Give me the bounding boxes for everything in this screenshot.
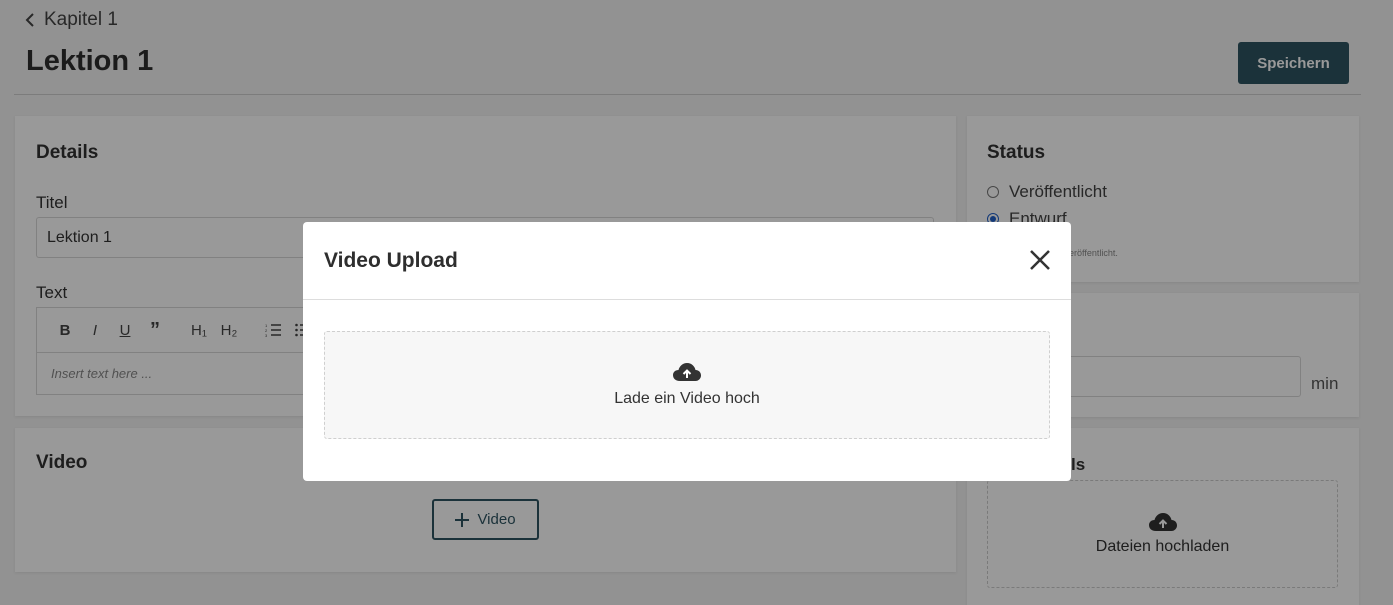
video-dropzone-label: Lade ein Video hoch bbox=[614, 390, 760, 407]
video-dropzone[interactable]: Lade ein Video hoch bbox=[324, 331, 1050, 439]
modal-title: Video Upload bbox=[324, 249, 458, 272]
modal-header: Video Upload bbox=[303, 222, 1071, 300]
cloud-upload-icon bbox=[673, 363, 701, 381]
video-upload-modal: Video Upload Lade ein Video hoch bbox=[303, 222, 1071, 481]
close-icon[interactable] bbox=[1029, 249, 1051, 271]
